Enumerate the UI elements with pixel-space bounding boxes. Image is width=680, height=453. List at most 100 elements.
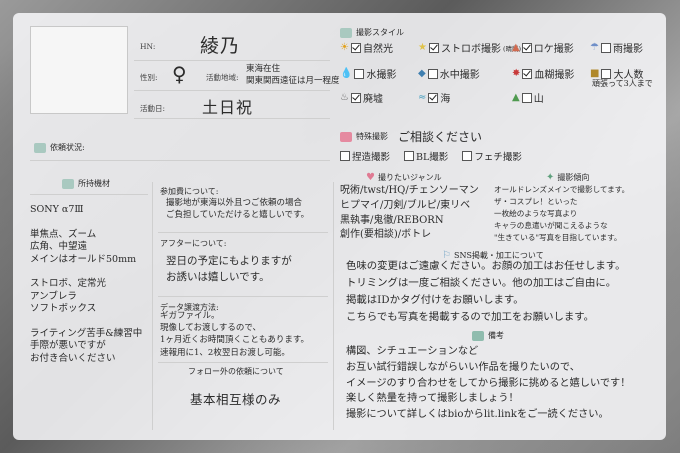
checkbox[interactable] — [427, 68, 438, 79]
style-icon: ♨ — [340, 91, 349, 103]
equipment-title: 所持機材 — [78, 179, 110, 188]
special-option[interactable]: 捏造撮影 — [340, 149, 390, 163]
style-title: 撮影スタイル — [356, 28, 404, 37]
camera-icon — [62, 178, 74, 189]
checkbox[interactable] — [340, 151, 350, 161]
style-header: 撮影スタイル — [340, 27, 404, 38]
sns-text: 色味の変更はご遠慮ください。お顔の加工はお任せします。 トリミングは一度ご相談く… — [346, 260, 626, 323]
divider — [134, 118, 330, 119]
notes-text: 構図、シチュエーションなど お互い試行錯誤しながらいい作品を撮りたいので、 イメ… — [346, 346, 631, 421]
style-option[interactable]: ☂ 雨撮影 — [590, 40, 643, 55]
style-icon: ▲ — [512, 91, 520, 103]
special-title: 特殊撮影 — [356, 132, 388, 141]
style-option-label: 水中撮影 — [439, 70, 480, 81]
style-option[interactable]: ▲ 山 — [512, 90, 544, 105]
divider — [30, 194, 148, 195]
style-option[interactable]: ♨ 廃墟 — [340, 90, 383, 105]
camera-icon — [340, 27, 352, 38]
style-option-label: 自然光 — [362, 44, 393, 55]
style-icon: 💧 — [340, 67, 353, 79]
fee-text: 撮影地が東海以外且つご依頼の場合 ご負担していただけると嬉しいです。 — [166, 198, 310, 220]
checkbox[interactable] — [601, 68, 612, 79]
heart-icon: ♥ — [366, 172, 375, 183]
style-icon: ≈ — [418, 91, 427, 103]
special-option[interactable]: BL撮影 — [404, 149, 448, 163]
checkbox[interactable] — [428, 92, 439, 103]
style-icon: ▲ — [512, 41, 520, 53]
book-icon — [472, 330, 484, 341]
divider — [158, 296, 328, 297]
checkbox[interactable] — [521, 42, 532, 53]
checkbox[interactable] — [354, 68, 365, 79]
genre-title: 撮りたいジャンル — [377, 173, 442, 182]
checkbox[interactable] — [600, 42, 611, 53]
after-title: アフターについて: — [160, 239, 227, 248]
style-option[interactable]: ≈ 海 — [418, 90, 450, 105]
style-option-label: 血糊撮影 — [534, 70, 575, 81]
style-icon: ◆ — [418, 67, 426, 79]
area-label: 活動地域: — [206, 73, 239, 82]
data-delivery-text: ギガファイル。 現像してお渡しするので、 1ヶ月近くお時間頂くこともあります。 … — [160, 311, 310, 358]
tendency-text: オールドレンズメインで撮影してます。 ザ・コスプレ！といった 一枚絵のような写真… — [494, 185, 630, 242]
style-option-note: 頑張って3人まで — [592, 79, 653, 88]
style-icon: ☂ — [590, 41, 599, 53]
divider — [333, 182, 334, 430]
style-option-label: ストロボ撮影 — [440, 44, 501, 55]
checkbox[interactable] — [404, 151, 415, 161]
checkbox[interactable] — [350, 92, 361, 103]
hn-label: HN: — [140, 42, 156, 51]
checkbox[interactable] — [428, 42, 439, 53]
request-status-label: 依頼状況: — [50, 143, 85, 152]
tendency-header: ✦ 撮影傾向 — [546, 172, 589, 183]
checkbox[interactable] — [462, 151, 473, 161]
special-header: 特殊撮影 ご相談ください — [340, 128, 482, 145]
after-text: 翌日の予定にもよりますが お誘いは嬉しいです。 — [166, 255, 292, 283]
camera-icon: ✦ — [546, 172, 555, 183]
checkbox[interactable] — [521, 92, 532, 103]
style-option-label: 海 — [440, 94, 451, 105]
style-option[interactable]: 💧 水撮影 — [340, 66, 396, 81]
style-option[interactable]: ✸ 血糊撮影 — [512, 66, 574, 81]
divider — [30, 160, 330, 161]
special-options: 捏造撮影 BL撮影 フェチ撮影 — [340, 149, 522, 163]
profile-photo-placeholder — [30, 26, 128, 114]
notes-title: 備考 — [488, 331, 504, 340]
style-icon: ☀ — [340, 41, 349, 53]
envelope-icon — [34, 142, 46, 153]
gender-value: ♀ — [172, 62, 187, 86]
style-option-label: 水撮影 — [366, 70, 397, 81]
style-icon: ★ — [418, 41, 427, 53]
checkbox[interactable] — [522, 68, 533, 79]
style-icon: ✸ — [512, 67, 521, 79]
divider — [158, 232, 328, 233]
style-option-label: 廃墟 — [362, 94, 383, 105]
divider — [134, 60, 330, 61]
divider — [158, 362, 328, 363]
genre-header: ♥ 撮りたいジャンル — [366, 172, 442, 183]
style-grid: ☀ 自然光 ★ ストロボ撮影 (晴所) ▲ ロケ撮影 ☂ 雨撮影 💧 水撮影 ◆ 水中撮影 ✸ 血糊撮影 ■ 大… — [340, 40, 670, 110]
style-option-label: 山 — [533, 94, 544, 105]
days-value: 土日祝 — [202, 98, 254, 117]
follower-text: 基本相互様のみ — [190, 392, 282, 407]
style-option[interactable]: ▲ ロケ撮影 — [512, 40, 574, 55]
style-option[interactable]: ■ 大人数 頑張って3人まで — [590, 66, 653, 88]
special-option[interactable]: フェチ撮影 — [462, 149, 522, 163]
checkbox[interactable] — [350, 42, 361, 53]
hn-value: 綾乃 — [200, 35, 241, 57]
equipment-header: 所持機材 — [62, 178, 110, 189]
style-icon: ■ — [590, 67, 600, 79]
style-option[interactable]: ☀ 自然光 — [340, 40, 393, 55]
style-option-label: 雨撮影 — [612, 44, 643, 55]
gender-label: 性別: — [140, 73, 158, 82]
divider — [152, 182, 153, 430]
style-option-label: ロケ撮影 — [533, 44, 574, 55]
camera-icon — [340, 131, 352, 142]
notes-header: 備考 — [472, 330, 504, 341]
days-label: 活動日: — [140, 104, 166, 113]
style-option[interactable]: ★ ストロボ撮影 (晴所) — [418, 40, 521, 55]
style-option[interactable]: ◆ 水中撮影 — [418, 66, 480, 81]
tendency-title: 撮影傾向 — [557, 173, 590, 182]
equipment-text: SONY α7Ⅲ 単焦点、ズーム 広角、中望遠 メインはオールド50mm ストロ… — [30, 204, 143, 364]
divider — [134, 90, 330, 91]
request-status: 依頼状況: — [34, 142, 85, 153]
